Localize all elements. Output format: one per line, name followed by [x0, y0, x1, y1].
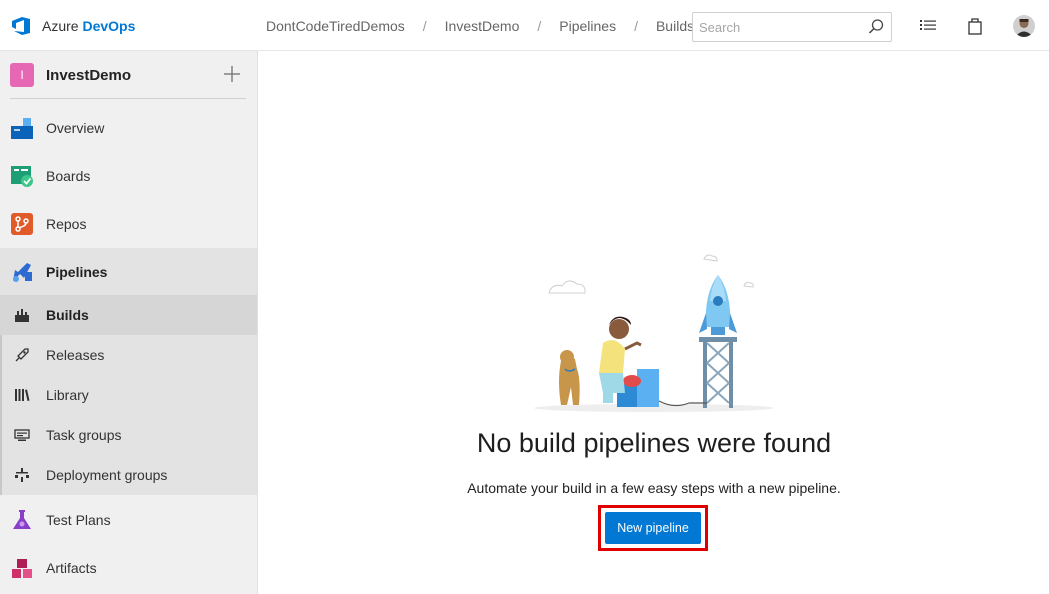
search-box: [692, 12, 892, 42]
top-bar: Azure DevOps DontCodeTiredDemos / Invest…: [0, 0, 1049, 51]
sidebar-item-label: Task groups: [46, 427, 122, 443]
empty-state-title: No build pipelines were found: [476, 428, 832, 458]
plus-icon[interactable]: [222, 64, 242, 84]
sidebar-item-pipelines[interactable]: Pipelines: [0, 248, 257, 296]
breadcrumb-organization[interactable]: DontCodeTiredDemos: [258, 18, 413, 34]
sidebar-item-boards[interactable]: Boards: [0, 152, 257, 200]
deployment-groups-icon: [15, 468, 29, 482]
search-icon[interactable]: [867, 18, 885, 36]
breadcrumb-pipelines[interactable]: Pipelines: [551, 18, 624, 34]
azure-devops-icon: [12, 17, 30, 35]
test-plans-icon: [13, 510, 31, 529]
sidebar-item-library[interactable]: Library: [0, 375, 257, 415]
brand-prefix: Azure: [42, 18, 79, 34]
project-name: InvestDemo: [46, 66, 132, 84]
work-items-icon[interactable]: [918, 16, 938, 36]
sidebar-divider: [10, 98, 246, 99]
releases-icon: [15, 348, 29, 362]
project-header[interactable]: I InvestDemo: [10, 62, 248, 88]
library-icon: [15, 389, 30, 401]
sidebar-item-label: Pipelines: [46, 264, 108, 280]
brand-suffix: DevOps: [82, 18, 136, 34]
search-input[interactable]: [693, 13, 861, 41]
breadcrumb-project[interactable]: InvestDemo: [437, 18, 528, 34]
sidebar-item-label: Test Plans: [46, 512, 111, 528]
sidebar-item-overview[interactable]: Overview: [0, 104, 257, 152]
azure-devops-logo[interactable]: Azure DevOps: [10, 14, 135, 38]
empty-state-illustration: [534, 254, 774, 412]
user-avatar-icon: [1013, 15, 1035, 37]
breadcrumb: DontCodeTiredDemos / InvestDemo / Pipeli…: [258, 0, 702, 51]
sidebar-item-label: Library: [46, 387, 89, 403]
main-content: No build pipelines were found Automate y…: [259, 51, 1049, 594]
user-avatar[interactable]: [1013, 15, 1035, 37]
empty-state-description: Automate your build in a few easy steps …: [467, 480, 841, 496]
sidebar-item-task-groups[interactable]: Task groups: [0, 415, 257, 455]
sidebar-item-label: Deployment groups: [46, 467, 168, 483]
sidebar-item-label: Boards: [46, 168, 91, 184]
overview-icon: [11, 118, 33, 139]
sidebar-item-deployment-groups[interactable]: Deployment groups: [0, 455, 257, 495]
breadcrumb-separator: /: [537, 17, 542, 34]
project-badge: I: [10, 63, 34, 87]
sidebar-item-label: Overview: [46, 120, 105, 136]
task-groups-icon: [14, 429, 30, 441]
sidebar: I InvestDemo Overview Boards Repos Pipel…: [0, 51, 258, 594]
sidebar-item-artifacts[interactable]: Artifacts: [0, 544, 257, 592]
new-pipeline-button[interactable]: New pipeline: [605, 512, 701, 544]
pipelines-icon: [13, 263, 32, 282]
marketplace-bag-icon[interactable]: [965, 16, 985, 36]
brand-name: Azure DevOps: [42, 18, 135, 34]
boards-icon: [11, 166, 33, 187]
sidebar-item-label: Artifacts: [46, 560, 97, 576]
sidebar-item-label: Builds: [46, 307, 89, 323]
builds-icon: [15, 309, 29, 322]
sidebar-item-repos[interactable]: Repos: [0, 200, 257, 248]
sidebar-item-test-plans[interactable]: Test Plans: [0, 496, 257, 544]
sidebar-item-builds[interactable]: Builds: [0, 295, 257, 335]
sidebar-item-label: Repos: [46, 216, 87, 232]
sidebar-item-label: Releases: [46, 347, 105, 363]
sidebar-item-releases[interactable]: Releases: [0, 335, 257, 375]
breadcrumb-separator: /: [422, 17, 427, 34]
breadcrumb-separator: /: [634, 17, 638, 34]
repos-icon: [11, 213, 33, 235]
artifacts-icon: [12, 559, 32, 578]
